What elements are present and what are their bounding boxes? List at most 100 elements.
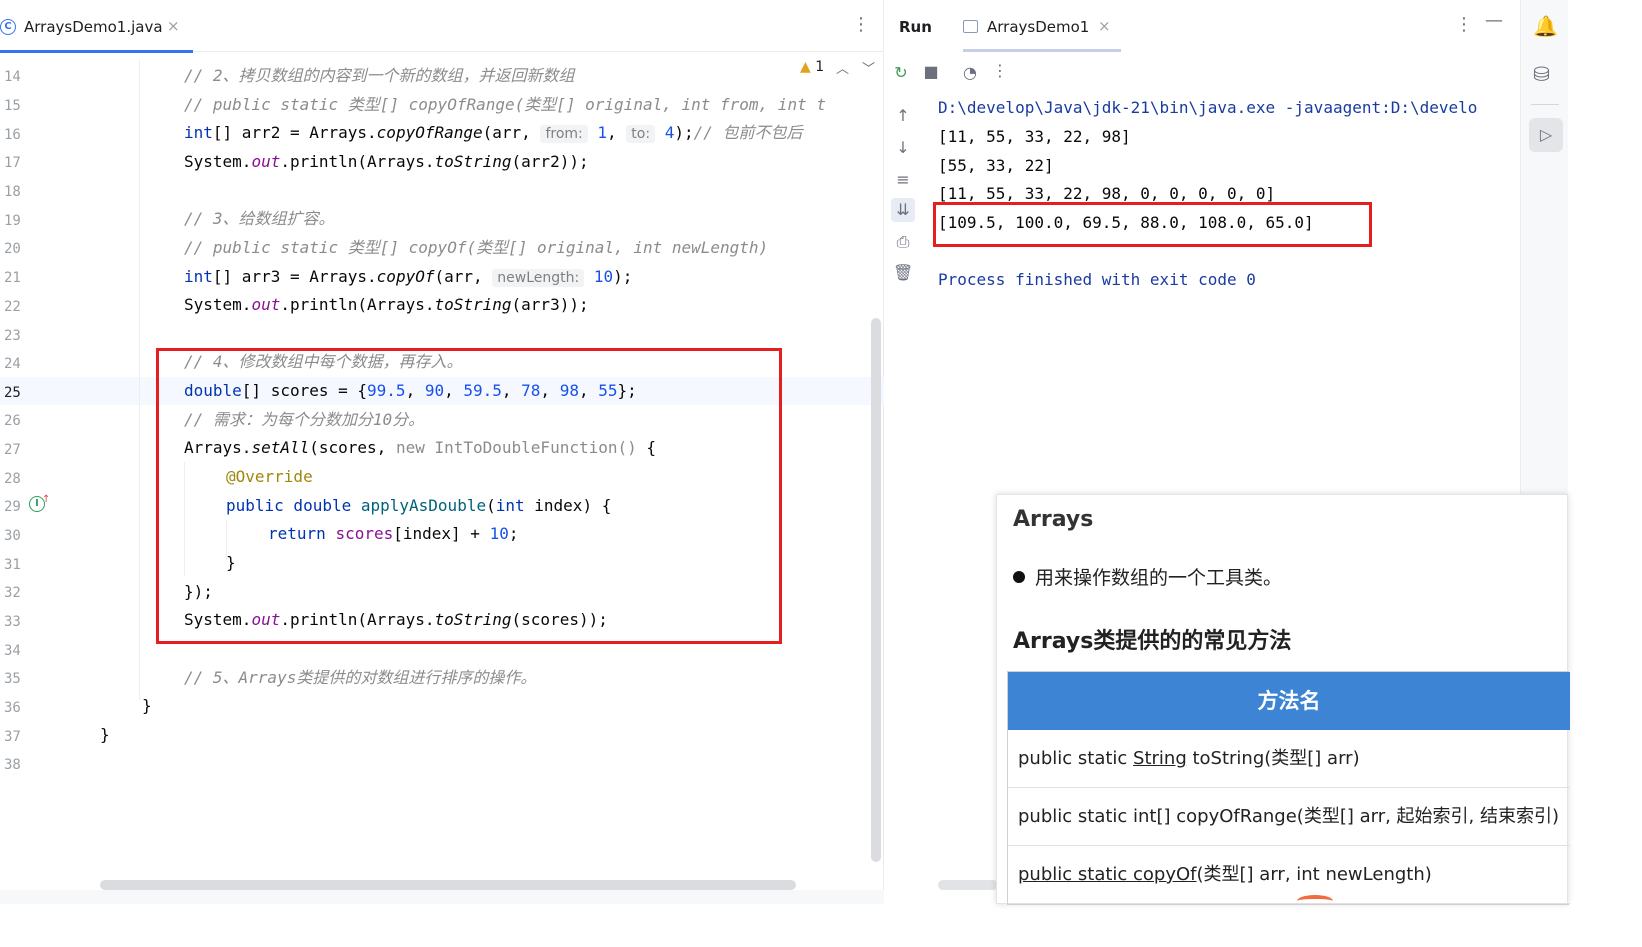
code-line-15[interactable]: // public static 类型[] copyOfRange(类型[] o… xyxy=(184,95,826,115)
code-line-37[interactable]: } xyxy=(100,725,110,745)
line-number: 14 xyxy=(4,69,21,85)
parameter-hint: newLength: xyxy=(492,269,585,287)
code-token: 4 xyxy=(664,123,675,142)
run-icon[interactable]: ▷ xyxy=(1529,118,1563,152)
code-token: (arr, xyxy=(434,267,493,286)
parameter-hint: to: xyxy=(626,125,656,143)
close-icon[interactable]: × xyxy=(167,17,180,35)
more-vertical-icon[interactable]: ⋮ xyxy=(1455,14,1473,35)
code-token: [] arr3 = Arrays. xyxy=(212,267,377,286)
line-number: 21 xyxy=(4,270,21,286)
console-line-exit: Process finished with exit code 0 xyxy=(938,270,1256,289)
highlight-box-output xyxy=(933,202,1372,247)
separator xyxy=(1531,104,1559,105)
line-number: 28 xyxy=(4,471,21,487)
table-header: 方法名 xyxy=(1008,672,1570,730)
trash-icon[interactable]: 🗑 xyxy=(893,263,913,282)
table-row: public static String toString(类型[] arr) xyxy=(1008,730,1570,788)
code-line-16[interactable]: int[] arr2 = Arrays.copyOfRange(arr, fro… xyxy=(184,123,803,144)
notifications-icon[interactable]: 🔔 xyxy=(1533,14,1558,38)
editor-tab-arraysdemo1[interactable]: C ArraysDemo1.java × xyxy=(0,0,193,53)
run-config-icon xyxy=(963,20,978,33)
chevron-up-icon[interactable]: ︿ xyxy=(836,58,849,77)
arrow-down-icon[interactable]: ↓ xyxy=(893,138,913,157)
code-line-22[interactable]: System.out.println(Arrays.toString(arr3)… xyxy=(184,295,589,315)
console-horizontal-scrollbar[interactable] xyxy=(938,880,998,890)
line-number-current: 25 xyxy=(4,385,21,401)
warning-icon: ▲ xyxy=(800,59,811,75)
line-number: 34 xyxy=(4,643,21,659)
line-number: 23 xyxy=(4,328,21,344)
bullet-icon xyxy=(1013,571,1025,583)
parameter-hint: from: xyxy=(540,125,588,143)
line-number: 20 xyxy=(4,241,21,257)
line-number: 24 xyxy=(4,356,21,372)
editor-vertical-scrollbar[interactable] xyxy=(871,318,881,862)
line-number-gutter[interactable]: 14 15 16 17 18 19 20 21 22 23 24 25 26 2… xyxy=(0,52,96,904)
code-line-35[interactable]: // 5、Arrays类提供的对数组进行排序的操作。 xyxy=(184,668,536,688)
run-tab-arraysdemo1[interactable]: ArraysDemo1 × xyxy=(963,0,1121,52)
code-line-21[interactable]: int[] arr3 = Arrays.copyOf(arr, newLengt… xyxy=(184,267,632,288)
code-token: out xyxy=(251,295,281,314)
java-class-icon: C xyxy=(0,19,16,35)
more-vertical-icon[interactable]: ⋮ xyxy=(990,61,1010,80)
inspection-widget[interactable]: ▲ 1 xyxy=(800,59,824,75)
print-icon[interactable]: ⎙ xyxy=(893,232,913,252)
editor-pane: C ArraysDemo1.java × ⋮ 14 15 16 17 18 19… xyxy=(0,0,884,904)
code-token: 10 xyxy=(593,267,614,286)
code-token: 1 xyxy=(597,123,608,142)
line-number: 29 xyxy=(4,499,21,515)
console-line-output: [11, 55, 33, 22, 98, 0, 0, 0, 0, 0] xyxy=(938,184,1276,203)
line-number: 30 xyxy=(4,528,21,544)
editor-horizontal-scrollbar[interactable] xyxy=(100,880,796,890)
soft-wrap-icon[interactable]: ≡ xyxy=(893,170,913,189)
code-token: .println(Arrays. xyxy=(280,152,435,171)
code-token: ); xyxy=(674,123,694,142)
minimize-icon[interactable]: — xyxy=(1485,10,1503,31)
status-bar xyxy=(0,890,884,904)
line-number: 33 xyxy=(4,614,21,630)
table-cell-text: public static xyxy=(1018,748,1134,769)
code-token: System. xyxy=(184,295,252,314)
database-icon[interactable]: ⛁ xyxy=(1533,62,1550,86)
line-number: 17 xyxy=(4,155,21,171)
profiler-icon[interactable]: ◔ xyxy=(960,63,980,82)
decoration-shape xyxy=(1297,895,1333,907)
code-token: ); xyxy=(613,267,633,286)
code-line-36[interactable]: } xyxy=(142,696,152,716)
code-token: copyOf xyxy=(376,267,435,286)
indent-guide xyxy=(139,60,140,700)
console-line-output: [55, 33, 22] xyxy=(938,156,1054,175)
code-comment: // 包前不包后 xyxy=(693,123,803,142)
table-cell-text: String xyxy=(1133,748,1187,769)
code-line-14[interactable]: // 2、拷贝数组的内容到一个新的数组，并返回新数组 xyxy=(184,66,575,86)
code-token: int xyxy=(184,267,213,286)
editor-tab-title: ArraysDemo1.java xyxy=(24,18,163,36)
run-tab-title: ArraysDemo1 xyxy=(987,18,1090,36)
code-token: (arr, xyxy=(482,123,541,142)
line-number: 18 xyxy=(4,184,21,200)
code-token: (arr3)); xyxy=(511,295,589,314)
stop-icon[interactable]: ■ xyxy=(921,62,941,81)
code-token: , xyxy=(607,123,627,142)
code-token: toString xyxy=(434,295,512,314)
code-line-20[interactable]: // public static 类型[] copyOf(类型[] origin… xyxy=(184,238,768,258)
close-icon[interactable]: × xyxy=(1098,17,1111,35)
code-token: toString xyxy=(434,152,512,171)
editor-tabbar: C ArraysDemo1.java × ⋮ xyxy=(0,0,884,53)
methods-table: 方法名 public static String toString(类型[] a… xyxy=(1007,671,1570,905)
code-token: out xyxy=(251,152,281,171)
arrow-up-icon[interactable]: ↑ xyxy=(893,106,913,125)
code-line-17[interactable]: System.out.println(Arrays.toString(arr2)… xyxy=(184,152,589,172)
rerun-icon[interactable]: ↻ xyxy=(891,63,911,82)
line-number: 22 xyxy=(4,299,21,315)
code-token: .println(Arrays. xyxy=(280,295,435,314)
table-cell-text: (类型[] arr, int newLength) xyxy=(1196,864,1432,885)
slide-title: Arrays xyxy=(1013,507,1094,532)
chevron-down-icon[interactable]: ﹀ xyxy=(862,58,875,77)
scroll-to-end-icon[interactable]: ⇊ xyxy=(891,198,915,222)
more-vertical-icon[interactable]: ⋮ xyxy=(852,14,870,35)
line-number: 16 xyxy=(4,127,21,143)
line-number: 19 xyxy=(4,213,21,229)
code-line-19[interactable]: // 3、给数组扩容。 xyxy=(184,209,335,229)
